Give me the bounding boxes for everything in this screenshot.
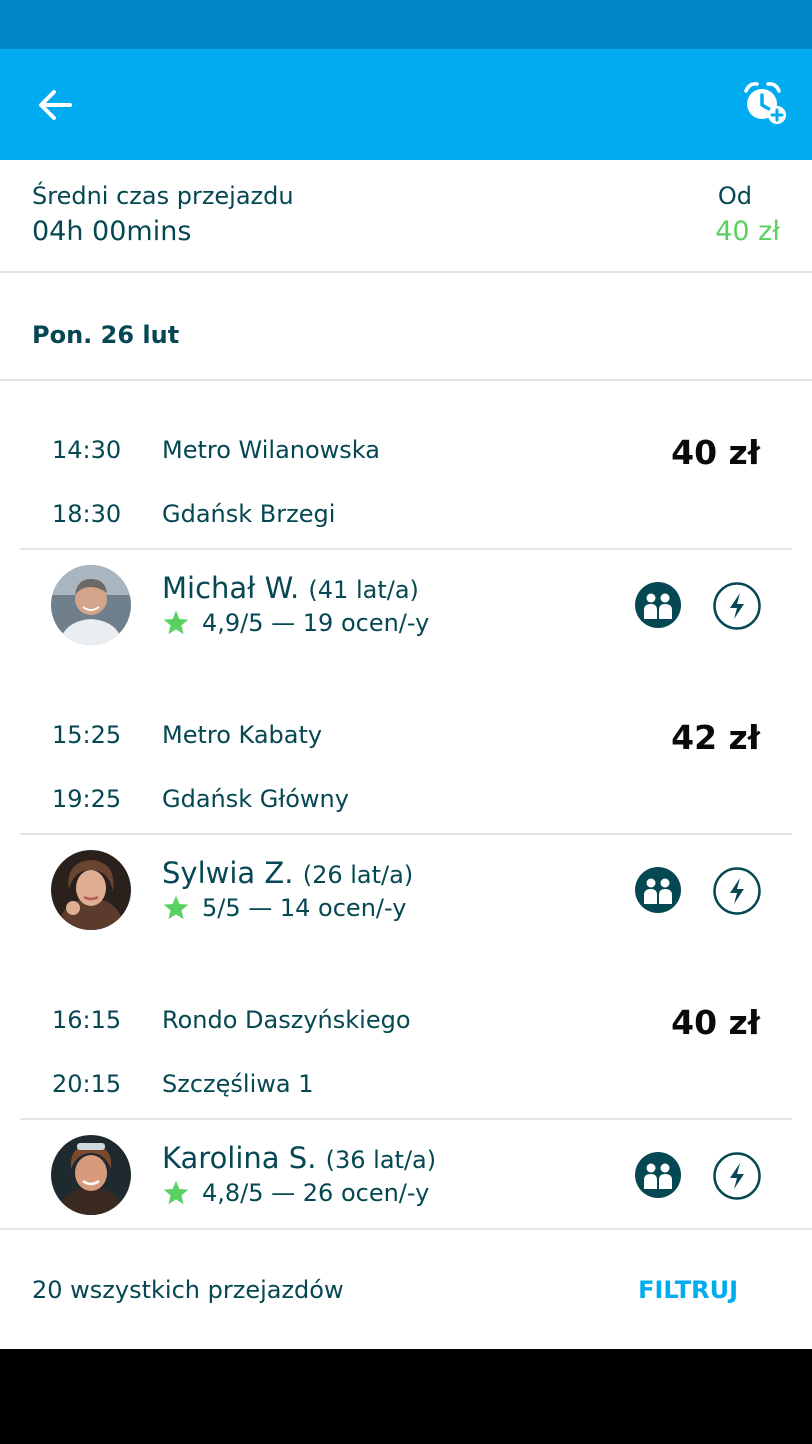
price-from-label: Od xyxy=(717,182,752,210)
driver-photo xyxy=(51,565,131,645)
date-header: Pon. 26 lut xyxy=(0,273,812,381)
driver-rating: 4,9/5 — 19 ocen/-y xyxy=(202,609,430,637)
star-icon xyxy=(163,610,189,635)
driver-rating: 4,8/5 — 26 ocen/-y xyxy=(202,1179,430,1207)
instant-booking-icon xyxy=(713,582,761,630)
departure-time: 16:15 xyxy=(52,1006,122,1034)
total-rides-count: 20 wszystkich przejazdów xyxy=(32,1276,344,1304)
trip-price: 40 zł xyxy=(671,1003,760,1042)
results-footer: 20 wszystkich przejazdów FILTRUJ xyxy=(0,1228,812,1349)
filter-button[interactable]: FILTRUJ xyxy=(638,1276,738,1304)
alarm-plus-button[interactable] xyxy=(736,79,790,131)
trip-card[interactable]: 14:30 Metro Wilanowska 18:30 Gdańsk Brze… xyxy=(0,411,812,696)
alarm-plus-icon xyxy=(744,82,786,124)
max-two-in-back-icon xyxy=(635,867,681,913)
back-button[interactable] xyxy=(30,83,80,127)
departure-place: Rondo Daszyńskiego xyxy=(162,1006,411,1034)
departure-place: Metro Kabaty xyxy=(162,721,323,749)
date-label: Pon. 26 lut xyxy=(32,321,180,349)
avg-time-value: 04h 00mins xyxy=(32,216,192,247)
instant-booking-icon xyxy=(713,1152,761,1200)
driver-rating: 5/5 — 14 ocen/-y xyxy=(202,894,407,922)
driver-photo xyxy=(51,850,131,930)
departure-place: Metro Wilanowska xyxy=(162,436,380,464)
arrival-time: 18:30 xyxy=(52,500,122,528)
driver-name: Sylwia Z. xyxy=(162,856,294,890)
divider xyxy=(20,548,792,550)
driver-info: Sylwia Z. (26 lat/a) xyxy=(162,856,413,890)
driver-name: Michał W. xyxy=(162,571,300,605)
trip-price: 40 zł xyxy=(671,433,760,472)
arrival-place: Szczęśliwa 1 xyxy=(162,1070,314,1098)
driver-age: (41 lat/a) xyxy=(308,576,419,604)
trip-card[interactable]: 16:15 Rondo Daszyńskiego 20:15 Szczęśliw… xyxy=(0,981,812,1266)
star-icon xyxy=(163,1180,189,1205)
arrival-time: 20:15 xyxy=(52,1070,122,1098)
star-icon xyxy=(163,895,189,920)
driver-info: Michał W. (41 lat/a) xyxy=(162,571,419,605)
driver-avatar[interactable] xyxy=(51,1135,131,1215)
driver-rating-row: 4,9/5 — 19 ocen/-y xyxy=(162,609,429,637)
divider xyxy=(20,833,792,835)
driver-rating-row: 4,8/5 — 26 ocen/-y xyxy=(162,1179,429,1207)
driver-avatar[interactable] xyxy=(51,850,131,930)
driver-age: (36 lat/a) xyxy=(325,1146,437,1174)
trip-summary: Średni czas przejazdu 04h 00mins Od 40 z… xyxy=(0,160,812,273)
price-from-value: 40 zł xyxy=(715,216,780,247)
instant-booking-icon xyxy=(713,867,761,915)
driver-name: Karolina S. xyxy=(162,1141,317,1175)
driver-rating-row: 5/5 — 14 ocen/-y xyxy=(162,894,406,922)
driver-avatar[interactable] xyxy=(51,565,131,645)
divider xyxy=(20,1118,792,1120)
driver-info: Karolina S. (36 lat/a) xyxy=(162,1141,436,1175)
avg-time-label: Średni czas przejazdu xyxy=(32,182,294,210)
driver-age: (26 lat/a) xyxy=(302,861,414,889)
departure-time: 15:25 xyxy=(52,721,122,749)
max-two-in-back-icon xyxy=(635,1152,681,1198)
trip-price: 42 zł xyxy=(671,718,760,757)
driver-photo xyxy=(51,1135,131,1215)
app-bar xyxy=(0,49,812,160)
departure-time: 14:30 xyxy=(52,436,122,464)
arrival-place: Gdańsk Brzegi xyxy=(162,500,336,528)
arrival-place: Gdańsk Główny xyxy=(162,785,349,813)
status-bar xyxy=(0,0,812,49)
arrow-left-icon xyxy=(39,90,72,120)
max-two-in-back-icon xyxy=(635,582,681,628)
trip-card[interactable]: 15:25 Metro Kabaty 19:25 Gdańsk Główny 4… xyxy=(0,696,812,981)
system-navigation-bar xyxy=(0,1349,812,1444)
arrival-time: 19:25 xyxy=(52,785,122,813)
